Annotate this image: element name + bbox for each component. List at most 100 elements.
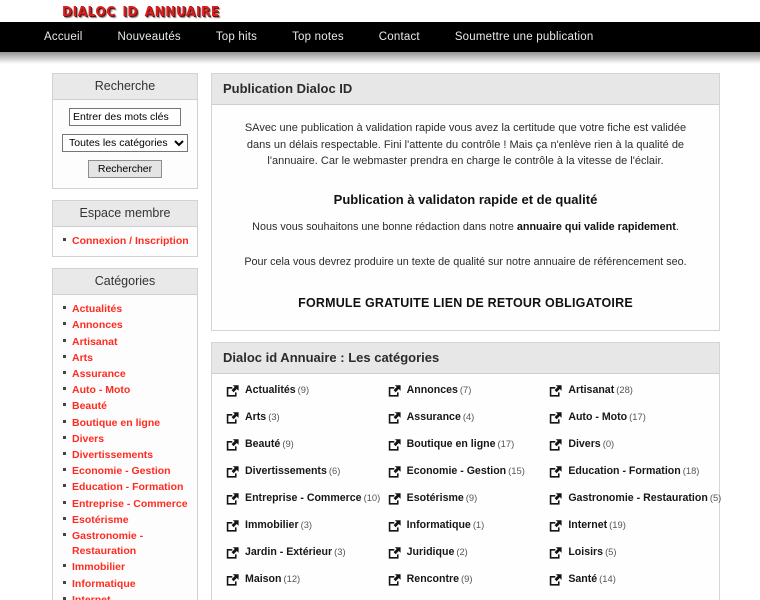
- sidebar-category-entreprise-commerce[interactable]: Entreprise - Commerce: [72, 498, 188, 510]
- category-grid-label[interactable]: Immobilier (3): [245, 519, 312, 531]
- sidebar-category-internet[interactable]: Internet: [72, 594, 111, 600]
- category-grid-count: (9): [297, 383, 310, 395]
- sidebar-category-divertissements[interactable]: Divertissements: [72, 449, 153, 461]
- nav-nouveautes[interactable]: Nouveautés: [117, 31, 180, 43]
- category-grid-item[interactable]: Maison (12): [224, 573, 386, 600]
- category-grid-item[interactable]: Education - Formation (18): [547, 465, 709, 492]
- category-grid-count: (18): [682, 464, 700, 476]
- category-select[interactable]: Toutes les catégories: [62, 134, 188, 152]
- sidebar-category-arts[interactable]: Arts: [72, 352, 93, 364]
- member-link-connexion-inscription[interactable]: Connexion / Inscription: [72, 235, 189, 247]
- category-grid-item[interactable]: Internet (19): [547, 519, 709, 546]
- category-grid-label[interactable]: Annonces (7): [407, 384, 472, 396]
- category-grid-label[interactable]: Rencontre (9): [407, 573, 473, 585]
- sidebar-category-esot-risme[interactable]: Esotérisme: [72, 514, 129, 526]
- sidebar-category-boutique-en-ligne[interactable]: Boutique en ligne: [72, 417, 160, 429]
- sidebar-category-auto-moto[interactable]: Auto - Moto: [72, 384, 130, 396]
- category-grid-label[interactable]: Boutique en ligne (17): [407, 438, 515, 450]
- category-grid-count: (3): [268, 410, 280, 422]
- nav-shadow: [0, 52, 760, 64]
- list-item: Boutique en ligne: [57, 415, 193, 430]
- nav-soumettre[interactable]: Soumettre une publication: [455, 31, 594, 43]
- sidebar-category-annonces[interactable]: Annonces: [72, 319, 123, 331]
- search-button[interactable]: Rechercher: [87, 160, 163, 178]
- sidebar-category-artisanat[interactable]: Artisanat: [72, 336, 118, 348]
- categories-grid: Actualités (9) Annonces (7) Artisanat (28) Art…: [212, 374, 721, 600]
- category-grid-label[interactable]: Juridique (2): [407, 546, 468, 558]
- category-grid-label[interactable]: Maison (12): [245, 573, 300, 585]
- category-grid-item[interactable]: Annonces (7): [386, 384, 548, 411]
- search-input[interactable]: [69, 108, 181, 126]
- sidebar-category-beaut[interactable]: Beauté: [72, 400, 107, 412]
- category-grid-label[interactable]: Gastronomie - Restauration (5): [568, 492, 721, 504]
- nav-top-hits[interactable]: Top hits: [216, 31, 257, 43]
- category-grid-item[interactable]: Gastronomie - Restauration (5): [547, 492, 721, 519]
- sidebar-category-economie-gestion[interactable]: Economie - Gestion: [72, 465, 171, 477]
- site-logo[interactable]: Dialoc id Annuaire: [62, 0, 220, 21]
- category-grid-count: (14): [599, 572, 616, 584]
- nav-contact[interactable]: Contact: [379, 31, 420, 43]
- external-link-icon: [388, 384, 407, 397]
- category-grid-label[interactable]: Divers (0): [568, 438, 614, 450]
- category-grid-label[interactable]: Internet (19): [568, 519, 626, 531]
- category-grid-count: (17): [497, 437, 515, 449]
- category-grid-count: (28): [616, 383, 633, 395]
- category-grid-item[interactable]: Divertissements (6): [224, 465, 386, 492]
- nav-top-notes[interactable]: Top notes: [292, 31, 344, 43]
- category-grid-count: (5): [605, 545, 617, 557]
- category-grid-item[interactable]: Assurance (4): [386, 411, 548, 438]
- search-panel-body: Toutes les catégories Rechercher: [53, 100, 197, 188]
- category-grid-item[interactable]: Auto - Moto (17): [547, 411, 709, 438]
- category-grid-item[interactable]: Immobilier (3): [224, 519, 386, 546]
- category-grid-item[interactable]: Juridique (2): [386, 546, 548, 573]
- sidebar-category-links: Actualités Annonces Artisanat Arts Assurance…: [57, 300, 193, 600]
- category-grid-item[interactable]: Entreprise - Commerce (10): [224, 492, 386, 519]
- category-grid-label[interactable]: Informatique (1): [407, 519, 485, 531]
- category-grid-item[interactable]: Beauté (9): [224, 438, 386, 465]
- sidebar-category-immobilier[interactable]: Immobilier: [72, 561, 125, 573]
- category-grid-label[interactable]: Beauté (9): [245, 438, 294, 450]
- category-grid-label[interactable]: Santé (14): [568, 573, 616, 585]
- sidebar-category-education-formation[interactable]: Education - Formation: [72, 481, 183, 493]
- category-grid-count: (17): [629, 410, 646, 422]
- category-grid-item[interactable]: Loisirs (5): [547, 546, 709, 573]
- category-grid-label[interactable]: Assurance (4): [407, 411, 475, 423]
- external-link-icon: [549, 519, 568, 532]
- category-grid-count: (2): [456, 545, 468, 557]
- category-grid-label[interactable]: Artisanat (28): [568, 384, 633, 396]
- category-grid-label[interactable]: Auto - Moto (17): [568, 411, 646, 423]
- category-grid-count: (3): [334, 545, 346, 557]
- categories-panel-body: Actualités Annonces Artisanat Arts Assurance…: [53, 295, 197, 600]
- category-grid-item[interactable]: Boutique en ligne (17): [386, 438, 548, 465]
- category-grid-label[interactable]: Actualités (9): [245, 384, 309, 396]
- category-grid-label[interactable]: Loisirs (5): [568, 546, 616, 558]
- category-grid-item[interactable]: Informatique (1): [386, 519, 548, 546]
- member-panel-title: Espace membre: [53, 201, 197, 227]
- category-grid-label[interactable]: Jardin - Extérieur (3): [245, 546, 346, 558]
- category-grid-label[interactable]: Divertissements (6): [245, 465, 340, 477]
- category-grid-item[interactable]: Arts (3): [224, 411, 386, 438]
- sidebar-category-divers[interactable]: Divers: [72, 433, 104, 445]
- category-grid-item[interactable]: Divers (0): [547, 438, 709, 465]
- category-grid-label[interactable]: Arts (3): [245, 411, 280, 423]
- category-grid-item[interactable]: Esotérisme (9): [386, 492, 548, 519]
- sidebar-category-actualit-s[interactable]: Actualités: [72, 303, 122, 315]
- category-grid-label[interactable]: Esotérisme (9): [407, 492, 478, 504]
- category-grid-item[interactable]: Actualités (9): [224, 384, 386, 411]
- sidebar-category-gastronomie-restauration[interactable]: Gastronomie - Restauration: [72, 530, 143, 557]
- category-grid-label[interactable]: Economie - Gestion (15): [407, 465, 525, 477]
- category-grid-count: (7): [459, 383, 472, 395]
- category-grid-count: (10): [363, 491, 381, 503]
- category-grid-item[interactable]: Santé (14): [547, 573, 709, 600]
- category-grid-item[interactable]: Economie - Gestion (15): [386, 465, 548, 492]
- list-item: Auto - Moto: [57, 382, 193, 397]
- nav-accueil[interactable]: Accueil: [44, 31, 82, 43]
- category-grid-item[interactable]: Jardin - Extérieur (3): [224, 546, 386, 573]
- sidebar-category-informatique[interactable]: Informatique: [72, 578, 136, 590]
- external-link-icon: [549, 573, 568, 586]
- category-grid-label[interactable]: Education - Formation (18): [568, 465, 699, 477]
- category-grid-item[interactable]: Artisanat (28): [547, 384, 709, 411]
- sidebar-category-assurance[interactable]: Assurance: [72, 368, 126, 380]
- category-grid-label[interactable]: Entreprise - Commerce (10): [245, 492, 380, 504]
- category-grid-item[interactable]: Rencontre (9): [386, 573, 548, 600]
